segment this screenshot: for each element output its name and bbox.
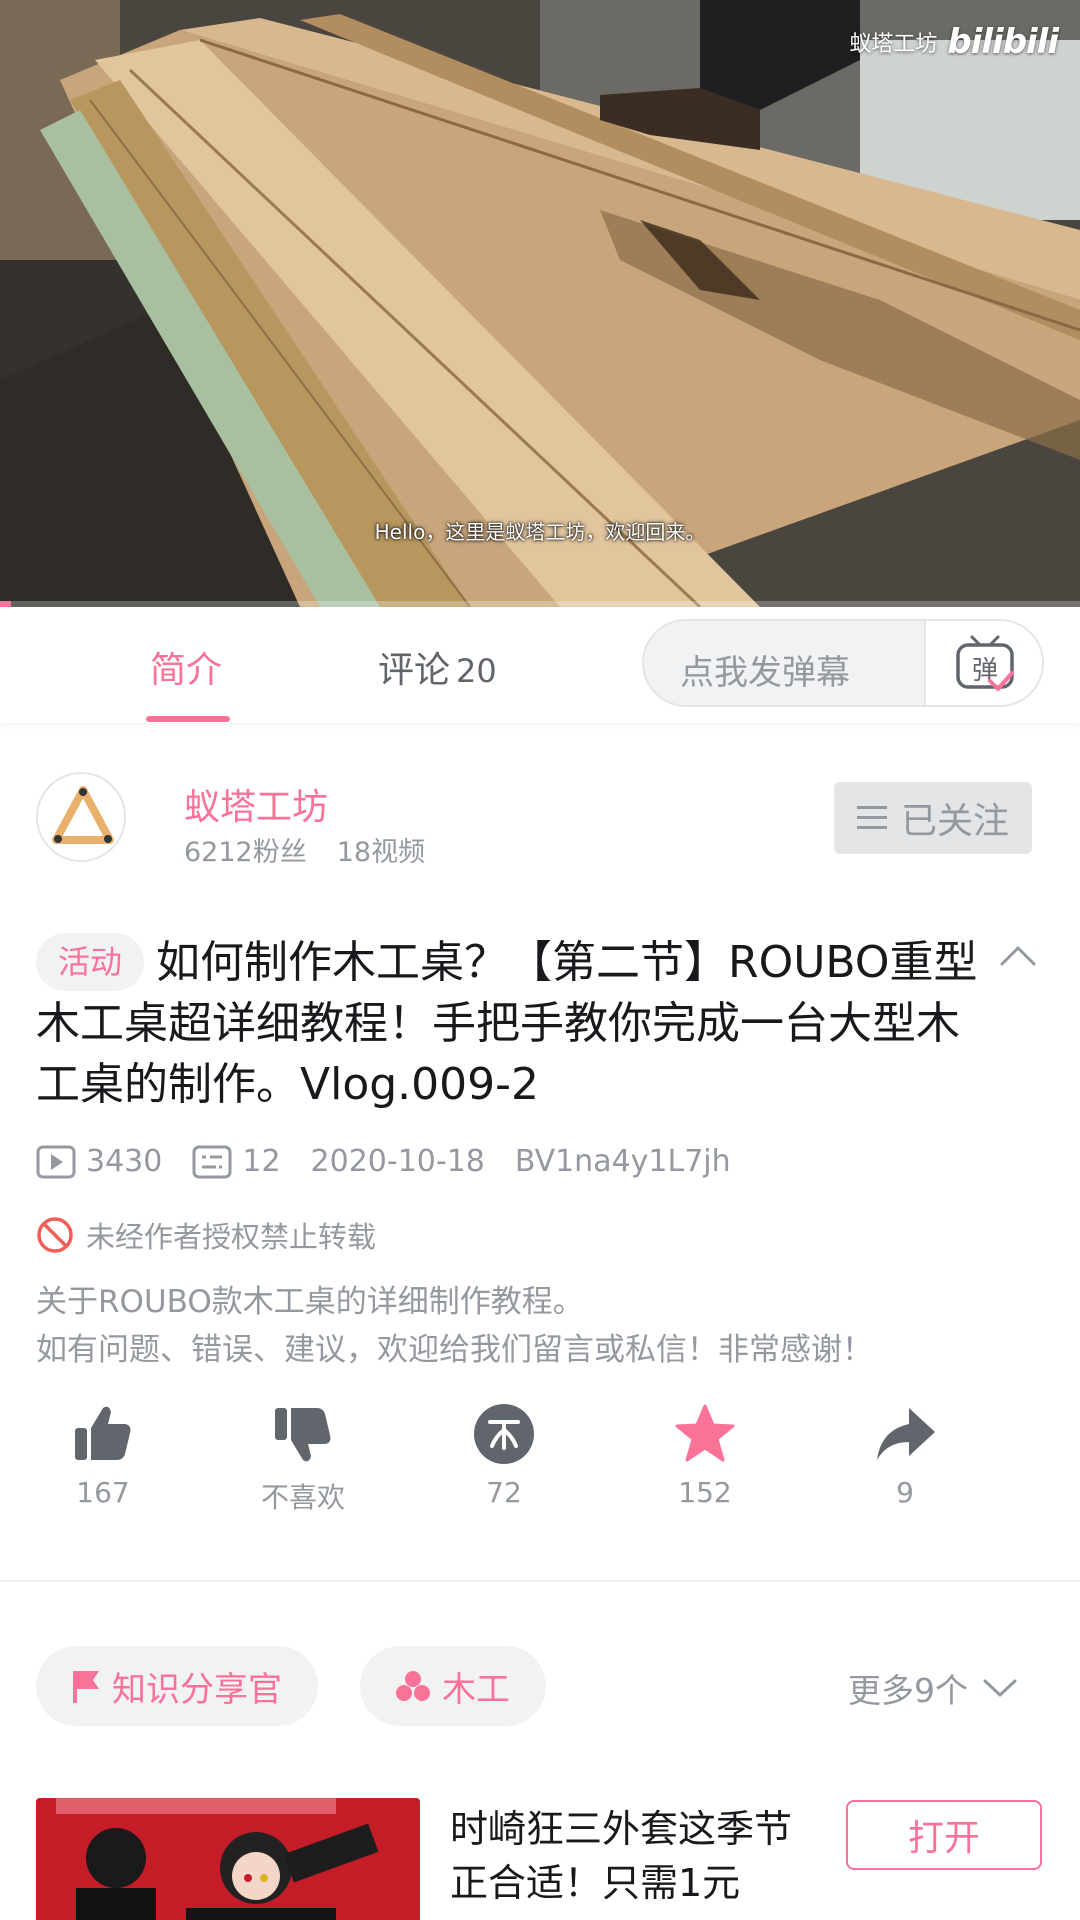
ad-anime-image <box>36 1798 420 1920</box>
video-subtitle: Hello，这里是蚁塔工坊，欢迎回来。 <box>374 520 706 544</box>
bvid: BV1na4y1L7jh <box>514 1144 731 1179</box>
like-button[interactable]: 167 <box>38 1402 168 1509</box>
bilibili-logo: bilibili <box>947 22 1059 62</box>
coin-button[interactable]: 72 <box>439 1402 569 1509</box>
video-title: 如何制作木工桌？【第二节】ROUBO重型木工桌超详细教程！手把手教你完成一台大型… <box>36 937 978 1110</box>
tab-comments-label: 评论 <box>378 650 451 691</box>
tag-1-label: 知识分享官 <box>112 1669 282 1710</box>
ad-open-button[interactable]: 打开 <box>846 1800 1042 1870</box>
action-bar: 167 不喜欢 72 152 9 <box>36 1402 1044 1522</box>
tag-2-label: 木工 <box>442 1669 510 1710</box>
forbidden-icon <box>37 1217 73 1253</box>
video-watermark: 蚁塔工坊 bilibili <box>849 22 1059 62</box>
follow-button-label: 已关注 <box>900 801 1009 842</box>
danmaku-input[interactable]: 点我发弹幕 弹 <box>642 619 1044 707</box>
thumbs-up-icon <box>75 1406 131 1460</box>
danmaku-send-icon: 弹 <box>956 635 1014 691</box>
play-count-icon <box>36 1145 76 1178</box>
danmaku-count-value: 12 <box>242 1144 281 1179</box>
danmaku-send-button[interactable]: 弹 <box>924 621 1042 705</box>
share-button[interactable]: 9 <box>840 1402 970 1509</box>
uploader-avatar[interactable] <box>36 772 126 862</box>
copyright-text: 未经作者授权禁止转载 <box>86 1220 377 1254</box>
menu-icon <box>856 806 887 829</box>
more-tags-button[interactable]: 更多9个 <box>848 1664 1018 1712</box>
danmaku-placeholder: 点我发弹幕 <box>680 653 850 693</box>
video-title-block: 活动 如何制作木工桌？【第二节】ROUBO重型木工桌超详细教程！手把手教你完成一台… <box>36 932 996 1115</box>
view-count: 3430 <box>36 1144 162 1179</box>
danmaku-count: 12 <box>192 1144 281 1179</box>
share-count: 9 <box>896 1476 914 1509</box>
tab-intro[interactable]: 简介 <box>150 641 222 693</box>
uploader-fans: 6212粉丝 <box>184 837 307 868</box>
thumbs-down-icon <box>275 1408 331 1462</box>
chevron-up-icon[interactable] <box>998 944 1038 968</box>
tab-comments[interactable]: 评论 20 <box>378 641 497 693</box>
tab-comments-count: 20 <box>456 652 497 690</box>
danmaku-count-icon <box>192 1145 232 1178</box>
uploader-video-count: 18视频 <box>336 837 426 868</box>
tab-active-indicator <box>146 716 230 722</box>
uploader-stats: 6212粉丝 18视频 <box>184 830 425 869</box>
section-divider <box>0 1580 1080 1582</box>
dislike-button[interactable]: 不喜欢 <box>238 1402 368 1516</box>
coin-icon <box>474 1404 534 1464</box>
tag-knowledge-sharer[interactable]: 知识分享官 <box>36 1646 318 1726</box>
follow-button[interactable]: 已关注 <box>834 782 1032 854</box>
favorite-count: 152 <box>678 1476 732 1509</box>
description-line-2: 如有问题、错误、建议，欢迎给我们留言或私信！非常感谢！ <box>36 1332 873 1368</box>
tag-woodworking[interactable]: 木工 <box>360 1646 546 1726</box>
svg-text:弹: 弹 <box>972 656 998 686</box>
description-line-1: 关于ROUBO款木工桌的详细制作教程。 <box>36 1284 584 1320</box>
like-count: 167 <box>76 1476 130 1509</box>
activity-tag[interactable]: 活动 <box>36 933 145 991</box>
ad-title[interactable]: 时崎狂三外套这季节正合适！只需1元 <box>450 1802 810 1910</box>
avatar-triangle-logo <box>52 786 114 844</box>
tag-circles-icon <box>396 1671 430 1701</box>
share-arrow-icon <box>877 1408 935 1460</box>
video-player[interactable]: 蚁塔工坊 bilibili Hello，这里是蚁塔工坊，欢迎回来。 <box>0 0 1080 607</box>
watermark-name: 蚁塔工坊 <box>849 32 938 57</box>
copyright-notice: 未经作者授权禁止转载 <box>36 1214 376 1256</box>
coin-count: 72 <box>486 1476 522 1509</box>
star-icon <box>675 1404 735 1462</box>
ad-thumbnail[interactable] <box>36 1798 420 1920</box>
tab-bar: 简介 评论 20 点我发弹幕 弹 <box>0 607 1080 723</box>
dislike-label: 不喜欢 <box>260 1481 345 1514</box>
video-meta: 3430 12 2020-10-18 BV1na4y1L7jh <box>36 1144 761 1179</box>
more-tags-label: 更多9个 <box>848 1671 968 1710</box>
view-count-value: 3430 <box>86 1144 163 1179</box>
favorite-button[interactable]: 152 <box>640 1402 770 1509</box>
chevron-down-icon <box>983 1679 1017 1697</box>
video-description: 关于ROUBO款木工桌的详细制作教程。 如有问题、错误、建议，欢迎给我们留言或私… <box>36 1278 873 1374</box>
uploader-name[interactable]: 蚁塔工坊 <box>184 778 328 830</box>
publish-date: 2020-10-18 <box>310 1144 485 1179</box>
flag-icon <box>73 1671 99 1703</box>
